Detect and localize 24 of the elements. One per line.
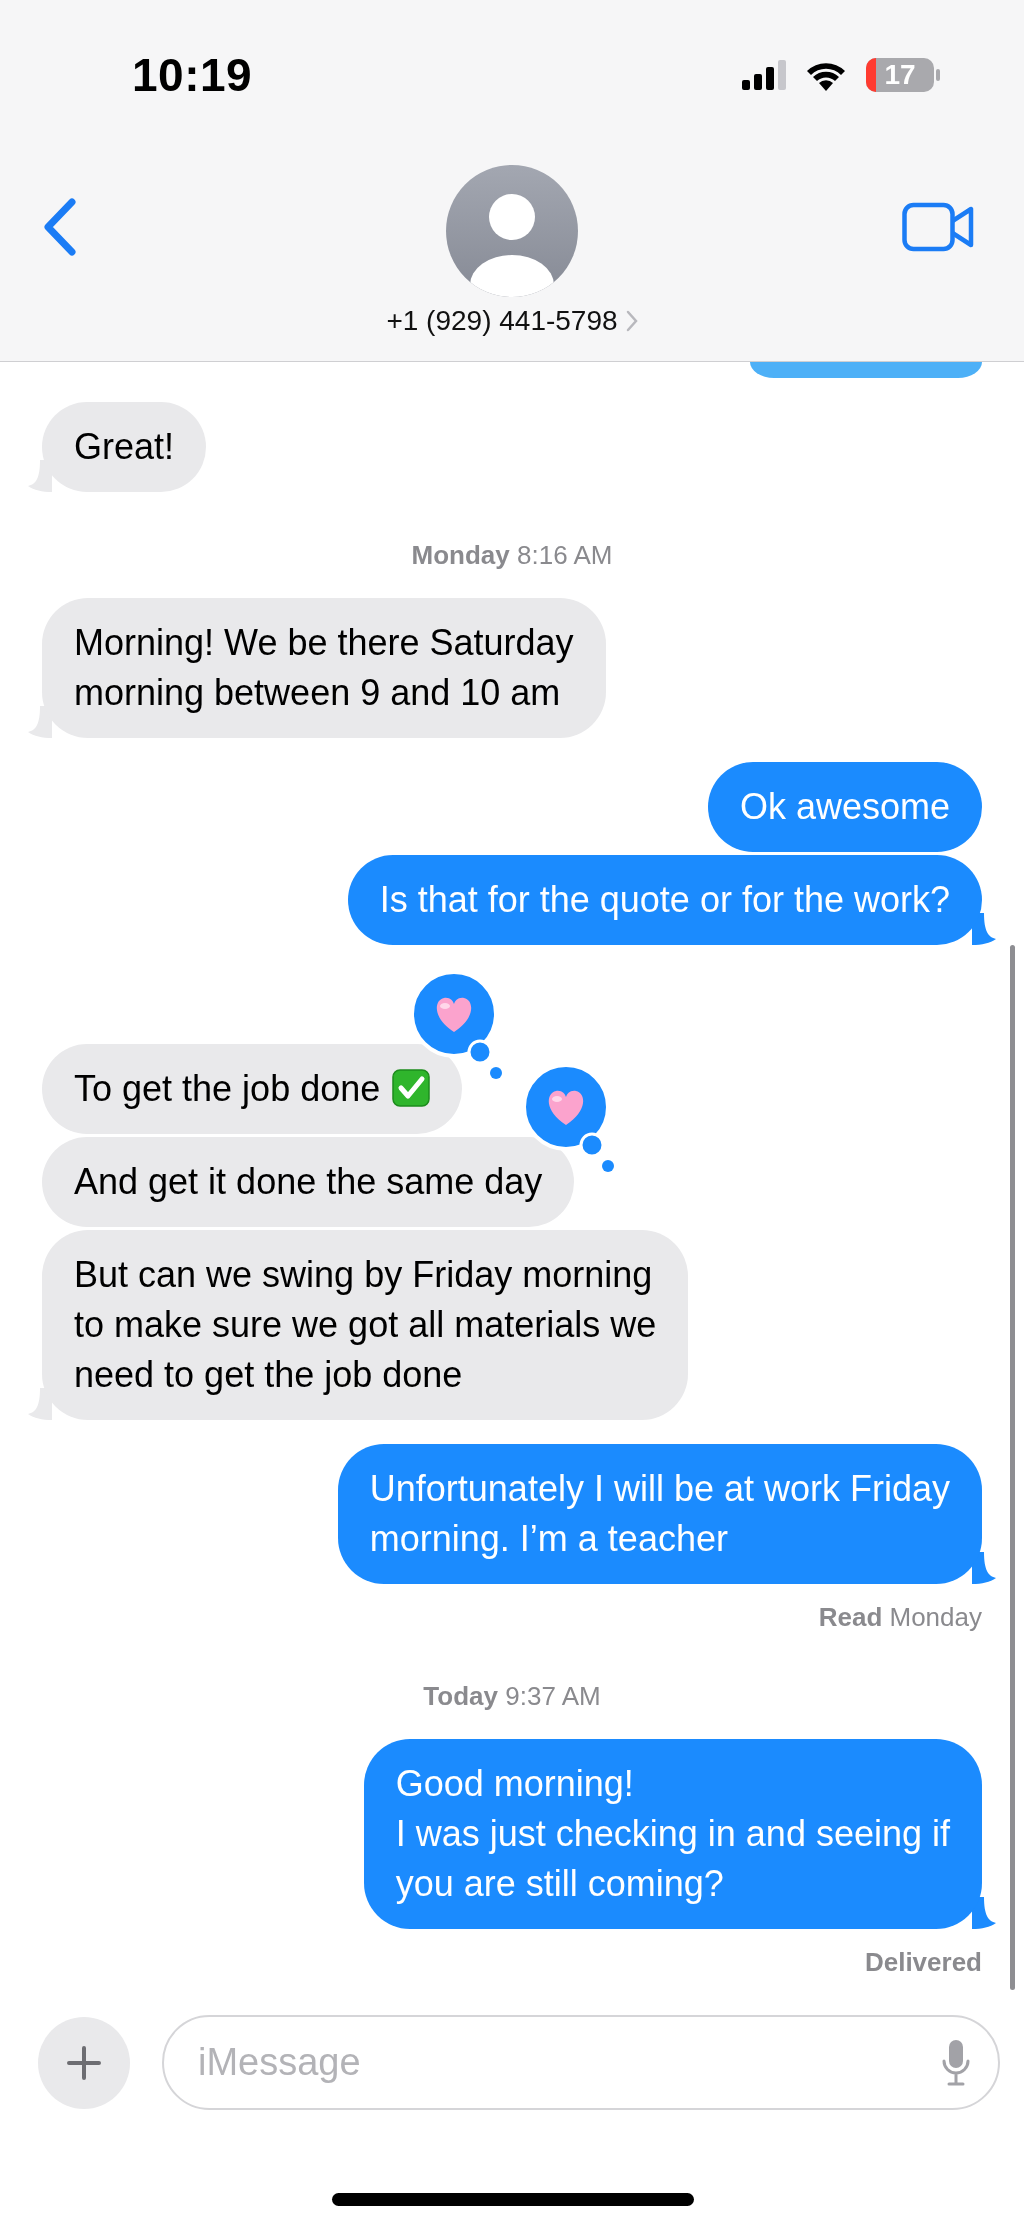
battery-tip-icon	[936, 69, 940, 81]
plus-icon	[66, 2044, 102, 2081]
status-time: 10:19	[132, 48, 253, 102]
chevron-icon	[625, 310, 638, 332]
video-camera-icon[interactable]	[902, 202, 974, 252]
scroll-bar[interactable]	[1010, 945, 1015, 1990]
message-input[interactable]: iMessage	[162, 2015, 1000, 2110]
battery-percent: 17	[884, 59, 916, 91]
microphone-icon[interactable]	[942, 2039, 970, 2087]
signal-icon	[742, 60, 786, 90]
delivery-status: Delivered	[863, 1947, 982, 1978]
delivery-status: Read Monday	[817, 1602, 982, 1633]
message-bubble[interactable]: To get the job done	[42, 1044, 463, 1134]
message-bubble[interactable]: But can we swing by Friday morning to make sure we got all materials we need to get the job done	[42, 1230, 689, 1420]
message-timestamp: Monday 8:16 AM	[410, 540, 614, 571]
avatar-icon[interactable]	[446, 165, 578, 297]
message-bubble[interactable]	[750, 362, 982, 378]
message-bubble[interactable]: Morning! We be there Saturday morning between 9 and 10 am	[42, 598, 606, 738]
message-bubble[interactable]: Great!	[42, 402, 207, 492]
contact-number[interactable]: +1 (929) 441-5798	[386, 305, 618, 337]
battery-low-indicator	[866, 58, 876, 92]
message-timestamp: Today 9:37 AM	[422, 1681, 602, 1712]
back-icon[interactable]	[42, 198, 78, 256]
message-bubble[interactable]: And get it done the same day	[42, 1137, 575, 1227]
